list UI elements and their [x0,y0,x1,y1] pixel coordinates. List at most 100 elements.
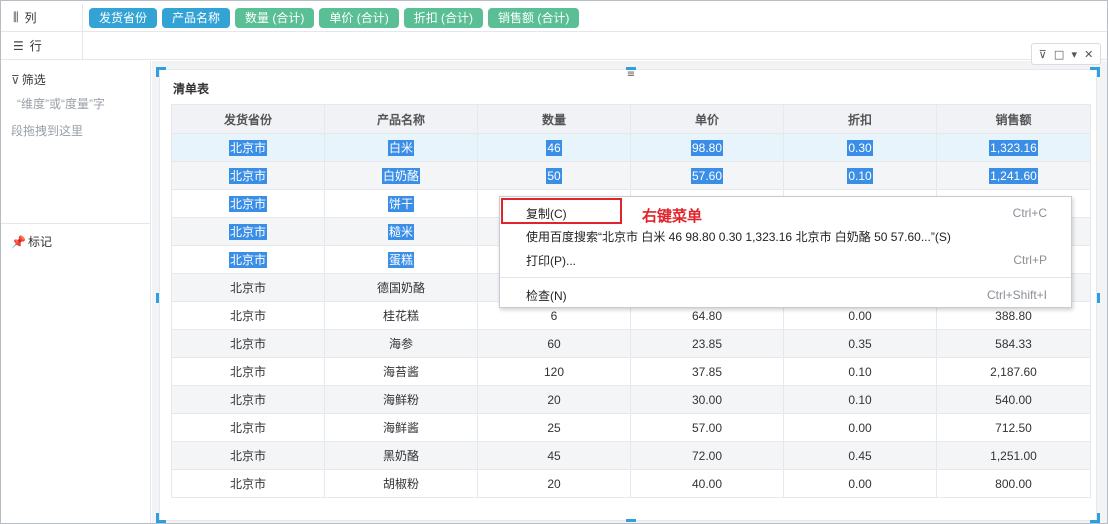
column-header[interactable]: 销售额 [936,104,1091,134]
column-header[interactable]: 发货省份 [171,104,325,134]
table-cell[interactable]: 0.45 [783,441,937,470]
table-cell[interactable]: 北京市 [171,161,325,190]
table-cell[interactable]: 98.80 [630,133,784,162]
table-cell[interactable]: 北京市 [171,273,325,302]
resize-handle-bottom-left[interactable] [156,513,166,523]
cell-value: 2,187.60 [990,364,1037,379]
table-cell[interactable]: 584.33 [936,329,1091,358]
table-cell[interactable]: 北京市 [171,301,325,330]
table-cell[interactable]: 胡椒粉 [324,469,478,498]
table-cell[interactable]: 45 [477,441,631,470]
filter-drop-hint-cont[interactable]: 段拖拽到这里 [11,122,83,139]
cell-value: 1,323.16 [989,139,1038,156]
dropdown-icon[interactable]: ▾ [1071,48,1077,61]
table-cell[interactable]: 20 [477,469,631,498]
table-cell[interactable]: 白米 [324,133,478,162]
table-row[interactable]: 北京市 黑奶酪 45 72.00 0.45 1,251.00 [171,441,1091,470]
table-cell[interactable]: 北京市 [171,217,325,246]
resize-handle-right[interactable] [1097,293,1100,303]
maximize-icon[interactable]: □ [1054,48,1064,61]
table-cell[interactable]: 2,187.60 [936,357,1091,386]
filter-drop-hint[interactable]: “维度”或“度量”字 [17,95,105,112]
table-cell[interactable]: 饼干 [324,189,478,218]
table-cell[interactable]: 糙米 [324,217,478,246]
table-cell[interactable]: 1,241.60 [936,161,1091,190]
column-field-pill[interactable]: 发货省份 [89,7,158,28]
filter-icon[interactable]: ⊽ [1039,48,1047,61]
table-cell[interactable]: 37.85 [630,357,784,386]
table-cell[interactable]: 0.10 [783,161,937,190]
table-cell[interactable]: 北京市 [171,245,325,274]
menu-item-print[interactable]: 打印(P)... Ctrl+P [500,249,1071,271]
table-row[interactable]: 北京市 白奶酪 50 57.60 0.10 1,241.60 [171,161,1091,190]
table-cell[interactable]: 北京市 [171,189,325,218]
drag-handle-icon[interactable]: ≡ [625,70,637,81]
table-row[interactable]: 北京市 海苔酱 120 37.85 0.10 2,187.60 [171,357,1091,386]
table-cell[interactable]: 海鲜酱 [324,413,478,442]
table-cell[interactable]: 120 [477,357,631,386]
column-field-pill[interactable]: 产品名称 [162,7,231,28]
table-cell[interactable]: 800.00 [936,469,1091,498]
resize-handle-top-right[interactable] [1090,67,1100,77]
resize-handle-bottom[interactable] [626,519,636,522]
table-row[interactable]: 北京市 海参 60 23.85 0.35 584.33 [171,329,1091,358]
table-cell[interactable]: 白奶酪 [324,161,478,190]
table-cell[interactable]: 540.00 [936,385,1091,414]
table-cell[interactable]: 海参 [324,329,478,358]
table-cell[interactable]: 北京市 [171,357,325,386]
table-row[interactable]: 北京市 胡椒粉 20 40.00 0.00 800.00 [171,469,1091,498]
menu-item-baidu-search[interactable]: 使用百度搜索“北京市 白米 46 98.80 0.30 1,323.16 北京市… [500,225,1071,247]
column-header[interactable]: 产品名称 [324,104,478,134]
table-cell[interactable]: 1,251.00 [936,441,1091,470]
table-cell[interactable]: 50 [477,161,631,190]
table-cell[interactable]: 北京市 [171,413,325,442]
table-cell[interactable]: 北京市 [171,441,325,470]
table-cell[interactable]: 海鲜粉 [324,385,478,414]
table-cell[interactable]: 40.00 [630,469,784,498]
resize-handle-left[interactable] [156,293,159,303]
table-cell[interactable]: 0.00 [783,413,937,442]
resize-handle-bottom-right[interactable] [1090,513,1100,523]
column-field-pill[interactable]: 折扣 (合计) [403,7,484,28]
table-row[interactable]: 北京市 海鲜粉 20 30.00 0.10 540.00 [171,385,1091,414]
column-field-pill[interactable]: 单价 (合计) [319,7,399,28]
mark-section-title[interactable]: 📌 标记 [11,233,52,250]
column-header[interactable]: 单价 [630,104,784,134]
column-field-pill[interactable]: 数量 (合计) [235,7,315,28]
menu-item-inspect[interactable]: 检查(N) Ctrl+Shift+I [500,284,1071,306]
table-cell[interactable]: 蛋糕 [324,245,478,274]
table-cell[interactable]: 57.00 [630,413,784,442]
table-cell[interactable]: 桂花糕 [324,301,478,330]
table-cell[interactable]: 57.60 [630,161,784,190]
table-cell[interactable]: 德国奶酪 [324,273,478,302]
table-cell[interactable]: 30.00 [630,385,784,414]
table-cell[interactable]: 1,323.16 [936,133,1091,162]
table-cell[interactable]: 0.10 [783,385,937,414]
filter-section-title[interactable]: ⊽ 筛选 [11,71,46,88]
table-cell[interactable]: 72.00 [630,441,784,470]
table-cell[interactable]: 60 [477,329,631,358]
table-cell[interactable]: 712.50 [936,413,1091,442]
table-cell[interactable]: 0.00 [783,469,937,498]
cell-value: 57.00 [691,420,723,435]
column-header[interactable]: 折扣 [783,104,937,134]
table-cell[interactable]: 黑奶酪 [324,441,478,470]
table-cell[interactable]: 北京市 [171,385,325,414]
table-cell[interactable]: 北京市 [171,133,325,162]
table-cell[interactable]: 0.35 [783,329,937,358]
table-row[interactable]: 北京市 海鲜酱 25 57.00 0.00 712.50 [171,413,1091,442]
table-cell[interactable]: 25 [477,413,631,442]
table-cell[interactable]: 海苔酱 [324,357,478,386]
column-header[interactable]: 数量 [477,104,631,134]
table-cell[interactable]: 46 [477,133,631,162]
table-cell[interactable]: 北京市 [171,469,325,498]
table-row[interactable]: 北京市 白米 46 98.80 0.30 1,323.16 [171,133,1091,162]
column-field-pill[interactable]: 销售额 (合计) [488,7,580,28]
table-cell[interactable]: 0.30 [783,133,937,162]
resize-handle-top-left[interactable] [156,67,166,77]
table-cell[interactable]: 北京市 [171,329,325,358]
table-cell[interactable]: 0.10 [783,357,937,386]
close-icon[interactable]: ✕ [1084,48,1093,61]
table-cell[interactable]: 20 [477,385,631,414]
table-cell[interactable]: 23.85 [630,329,784,358]
